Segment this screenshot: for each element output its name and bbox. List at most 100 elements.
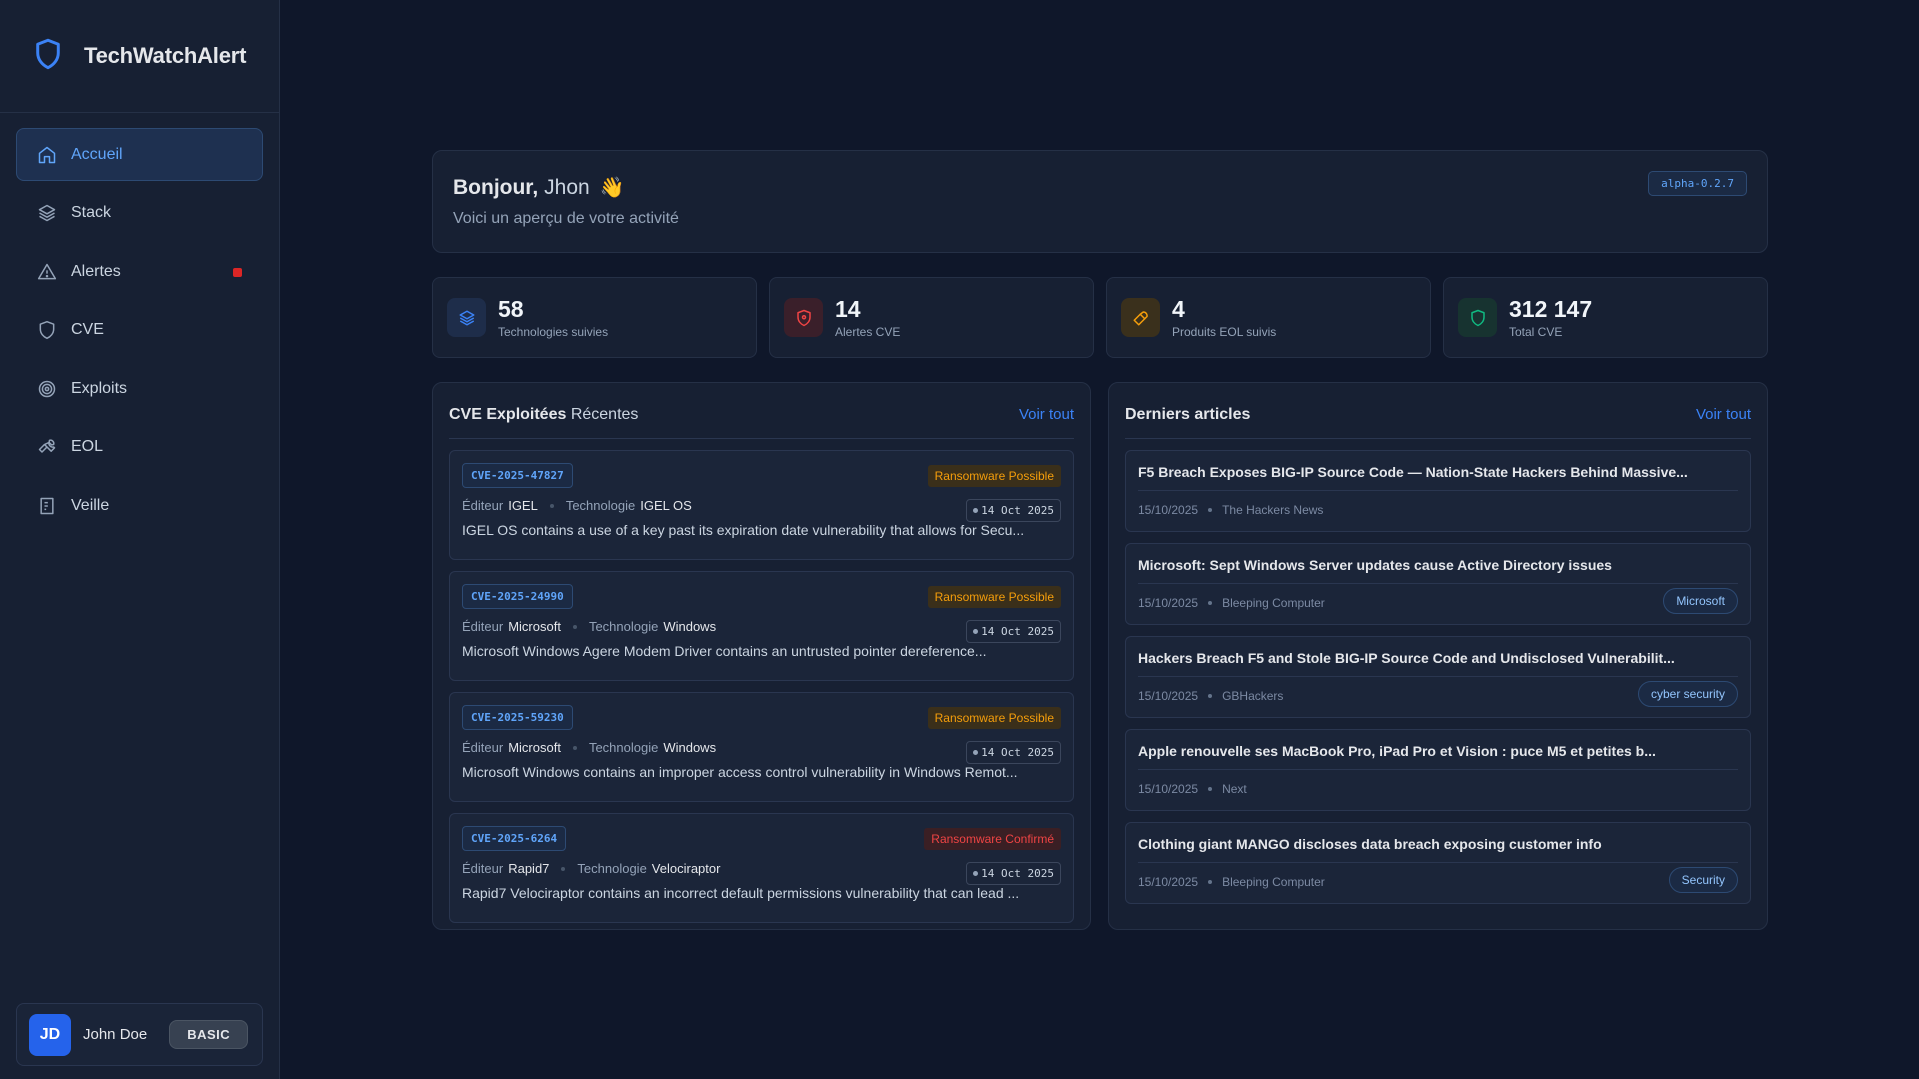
sidebar-item-exploits[interactable]: Exploits <box>16 362 263 415</box>
article-card[interactable]: F5 Breach Exposes BIG-IP Source Code — N… <box>1125 450 1751 532</box>
cve-id[interactable]: CVE-2025-24990 <box>462 584 573 609</box>
cve-card[interactable]: CVE-2025-6264 Ransomware Confirmé Éditeu… <box>449 813 1074 923</box>
article-title[interactable]: Microsoft: Sept Windows Server updates c… <box>1138 557 1738 584</box>
cve-description: Microsoft Windows Agere Modem Driver con… <box>462 643 987 659</box>
separator <box>1208 787 1213 791</box>
cve-id[interactable]: CVE-2025-59230 <box>462 705 573 730</box>
panel-title-main: CVE Exploitées <box>449 405 567 423</box>
sidebar-item-label: Exploits <box>71 379 128 397</box>
plan-badge: BASIC <box>169 1020 249 1049</box>
tech-value: Windows <box>663 740 717 755</box>
stat-value: 58 <box>498 296 524 322</box>
wave-emoji: 👋 <box>599 177 625 199</box>
cve-date: 14 Oct 2025 <box>966 862 1061 885</box>
wrench-icon <box>1121 298 1160 337</box>
article-date: 15/10/2025 <box>1138 782 1199 796</box>
document-icon <box>40 497 54 514</box>
articles-panel: Derniers articles Voir tout F5 Breach Ex… <box>1108 382 1768 930</box>
sidebar-item-label: Stack <box>71 204 112 221</box>
article-date: 15/10/2025 <box>1138 689 1199 703</box>
separator <box>572 745 577 750</box>
editor-label: Éditeur <box>462 498 504 513</box>
tech-label: Technologie <box>588 619 659 634</box>
sidebar-item-label: Alertes <box>71 262 121 280</box>
version-badge: alpha-0.2.7 <box>1648 171 1747 196</box>
sidebar-item-veille[interactable]: Veille <box>16 479 263 532</box>
sidebar-item-label: Accueil <box>71 145 123 163</box>
sidebar-item-cve[interactable]: CVE <box>16 304 263 357</box>
article-tag[interactable]: Microsoft <box>1663 588 1738 614</box>
cve-description: Microsoft Windows contains an improper a… <box>462 764 1018 780</box>
article-source: Bleeping Computer <box>1222 596 1325 610</box>
editor-value: IGEL <box>508 498 538 513</box>
article-tag[interactable]: cyber security <box>1637 681 1738 707</box>
layers-icon <box>38 204 56 222</box>
article-card[interactable]: Microsoft: Sept Windows Server updates c… <box>1125 543 1751 625</box>
cve-description: IGEL OS contains a use of a key past its… <box>462 522 1025 538</box>
panel-title: Derniers articles <box>1125 405 1251 423</box>
stat-total-cve[interactable]: 312 147 Total CVE <box>1443 277 1768 358</box>
view-all-cve-link[interactable]: Voir tout <box>1019 406 1074 423</box>
warning-icon <box>37 263 57 279</box>
cve-card[interactable]: CVE-2025-47827 Ransomware Possible Édite… <box>449 450 1074 560</box>
shield-icon <box>34 38 62 75</box>
cve-card[interactable]: CVE-2025-24990 Ransomware Possible Édite… <box>449 571 1074 681</box>
cve-id[interactable]: CVE-2025-47827 <box>462 463 573 488</box>
article-source: Bleeping Computer <box>1222 875 1325 889</box>
sidebar-item-alertes[interactable]: Alertes <box>16 245 263 298</box>
separator <box>549 503 554 508</box>
article-source: GBHackers <box>1222 689 1284 703</box>
separator <box>1208 601 1213 605</box>
target-icon <box>38 380 56 397</box>
tech-value: Windows <box>663 619 717 634</box>
article-card[interactable]: Clothing giant MANGO discloses data brea… <box>1125 822 1751 904</box>
article-date: 15/10/2025 <box>1138 503 1199 517</box>
cve-card[interactable]: CVE-2025-59230 Ransomware Possible Édite… <box>449 692 1074 802</box>
article-title[interactable]: Hackers Breach F5 and Stole BIG-IP Sourc… <box>1138 650 1738 677</box>
article-card[interactable]: Hackers Breach F5 and Stole BIG-IP Sourc… <box>1125 636 1751 718</box>
stat-label: Alertes CVE <box>835 325 901 339</box>
editor-value: Microsoft <box>508 619 561 634</box>
cve-date: 14 Oct 2025 <box>966 620 1061 643</box>
stat-eol[interactable]: 4 Produits EOL suivis <box>1106 277 1431 358</box>
welcome-title: Bonjour, Jhon 👋 <box>453 175 1747 200</box>
sidebar-item-accueil[interactable]: Accueil <box>16 128 263 181</box>
editor-value: Microsoft <box>508 740 561 755</box>
stat-technologies[interactable]: 58 Technologies suivies <box>432 277 757 358</box>
panel-header: CVE Exploitées Récentes Voir tout <box>449 391 1074 439</box>
tech-value: Velociraptor <box>651 861 721 876</box>
editor-value: Rapid7 <box>508 861 550 876</box>
editor-label: Éditeur <box>462 740 504 755</box>
wrench-icon <box>38 439 56 453</box>
shield-icon <box>784 298 823 337</box>
article-card[interactable]: Apple renouvelle ses MacBook Pro, iPad P… <box>1125 729 1751 811</box>
cve-date: 14 Oct 2025 <box>966 741 1061 764</box>
panel-title: CVE Exploitées Récentes <box>449 406 638 424</box>
separator <box>1208 880 1213 884</box>
sidebar-item-label: Veille <box>71 496 110 514</box>
avatar: JD <box>29 1013 71 1056</box>
sidebar-item-stack[interactable]: Stack <box>16 187 263 240</box>
user-card[interactable]: JD John Doe BASIC <box>16 1003 263 1066</box>
cve-id[interactable]: CVE-2025-6264 <box>462 826 567 851</box>
sidebar-item-label: CVE <box>71 321 104 338</box>
separator <box>1208 508 1213 512</box>
article-meta: 15/10/2025 Bleeping Computer <box>1138 595 1738 611</box>
sidebar-item-label: EOL <box>71 438 104 455</box>
stat-label: Total CVE <box>1509 325 1563 339</box>
editor-label: Éditeur <box>462 619 504 634</box>
article-title[interactable]: F5 Breach Exposes BIG-IP Source Code — N… <box>1138 464 1738 491</box>
brand[interactable]: TechWatchAlert <box>0 0 279 113</box>
sidebar-item-eol[interactable]: EOL <box>16 421 263 474</box>
view-all-articles-link[interactable]: Voir tout <box>1696 406 1751 423</box>
article-tag[interactable]: Security <box>1668 867 1738 893</box>
home-icon <box>38 146 56 163</box>
greeting-name: Jhon <box>544 175 590 199</box>
article-title[interactable]: Clothing giant MANGO discloses data brea… <box>1138 836 1738 863</box>
article-meta: 15/10/2025 Bleeping Computer <box>1138 874 1738 890</box>
article-title[interactable]: Apple renouvelle ses MacBook Pro, iPad P… <box>1138 743 1738 770</box>
separator <box>572 624 577 629</box>
article-date: 15/10/2025 <box>1138 596 1199 610</box>
stat-value: 4 <box>1172 296 1185 322</box>
stat-alertes[interactable]: 14 Alertes CVE <box>769 277 1094 358</box>
